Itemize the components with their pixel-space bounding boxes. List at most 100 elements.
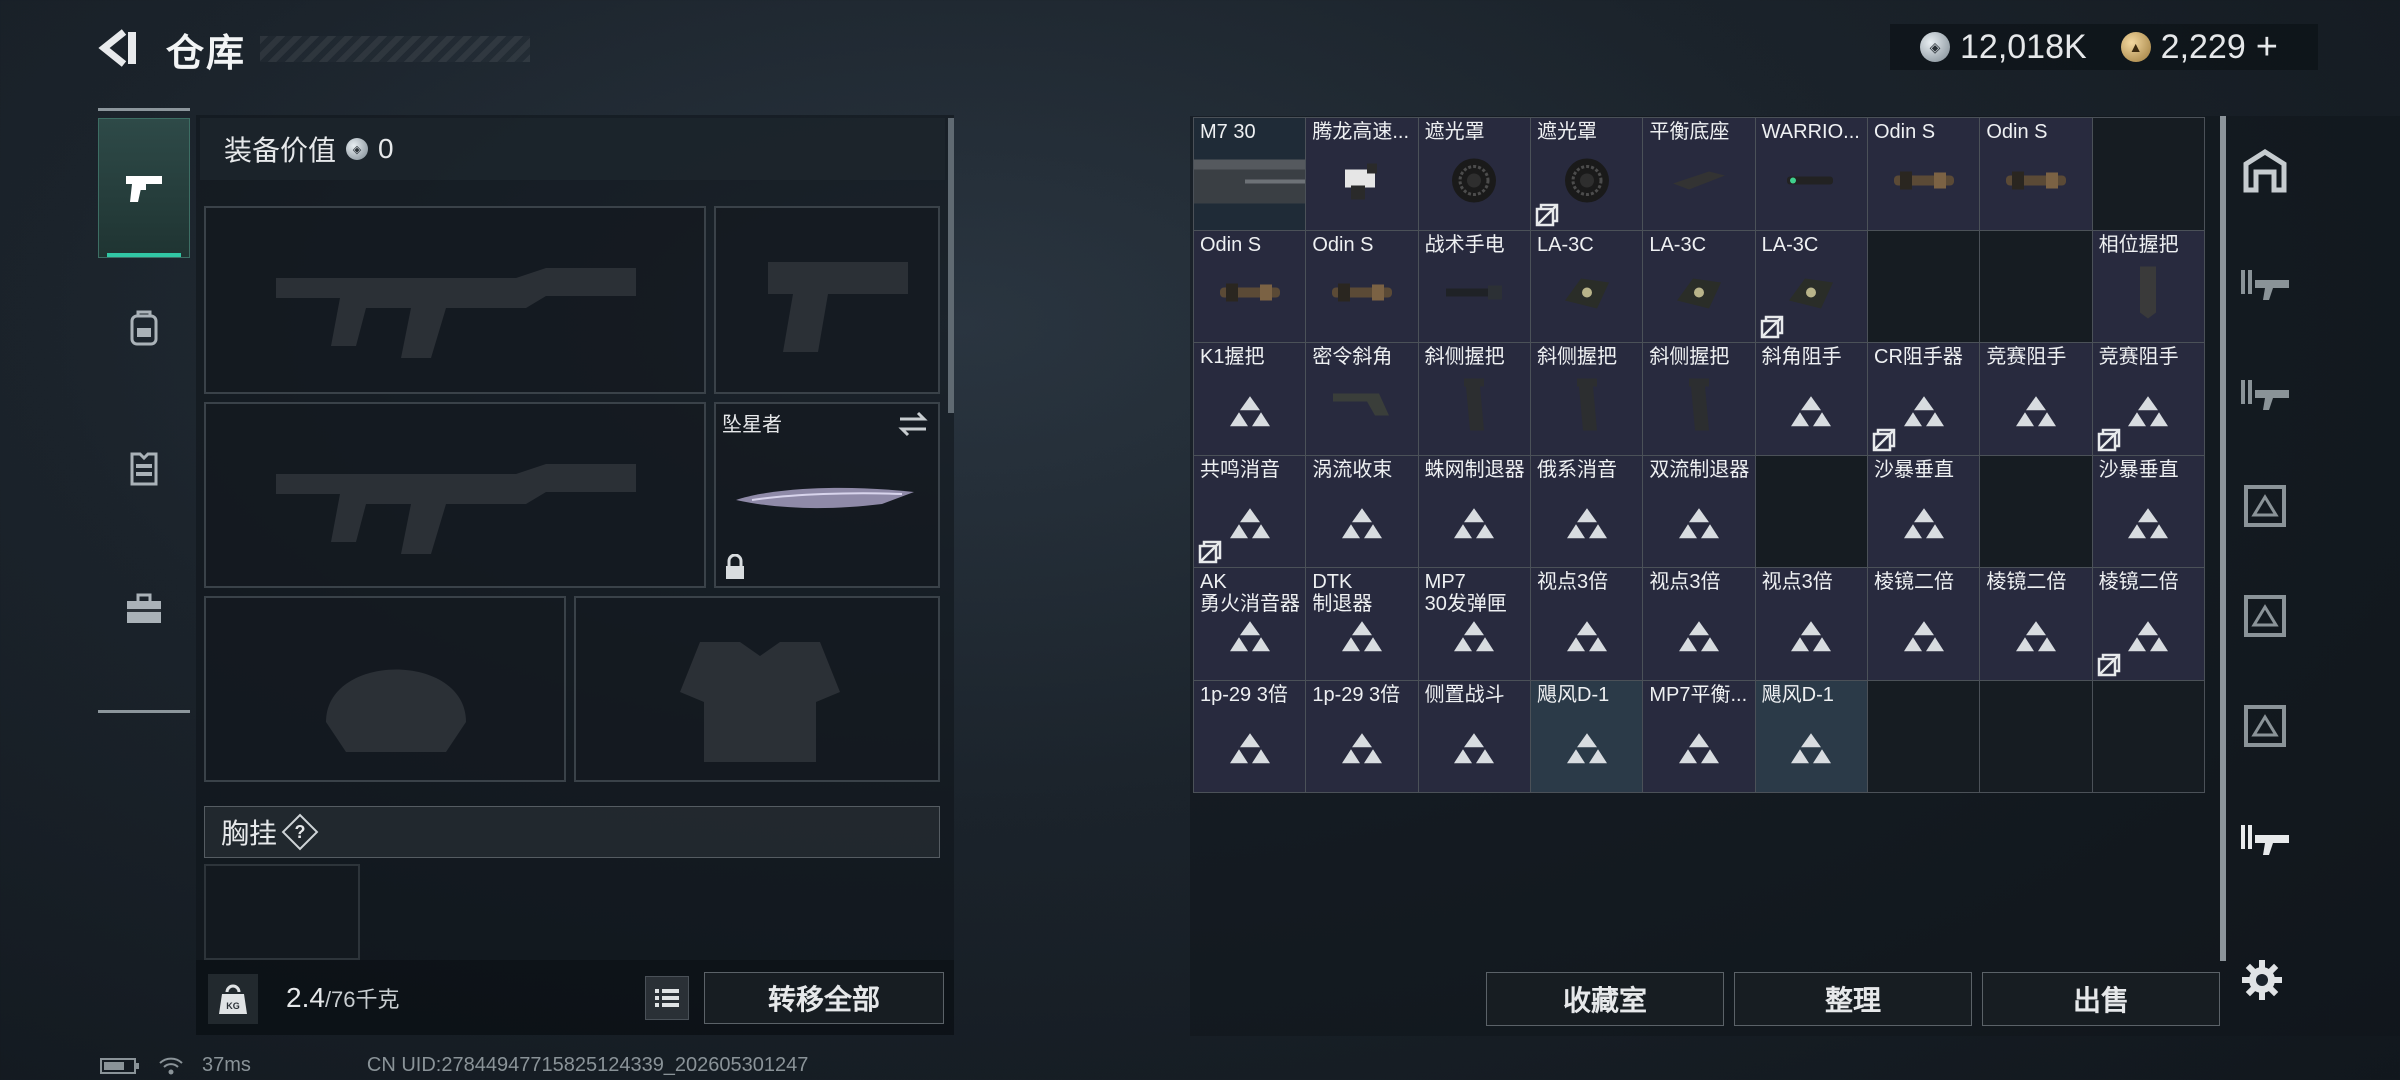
grid-cell-empty[interactable] <box>1755 455 1867 567</box>
weight-current: 2.4 <box>286 982 325 1013</box>
grid-cell-empty[interactable] <box>1980 230 2092 342</box>
grid-cell-item[interactable]: Odin S <box>1194 230 1306 342</box>
secondary-weapon-slot[interactable] <box>204 402 706 588</box>
grid-cell-item[interactable]: 视点3倍 <box>1755 568 1867 680</box>
tab-weapons[interactable] <box>98 118 190 258</box>
rail-item-storage[interactable] <box>2226 116 2304 226</box>
hood-item-icon <box>1446 152 1502 213</box>
grid-cell-item[interactable]: K1握把 <box>1194 343 1306 455</box>
rail-item-crate-c[interactable] <box>2226 671 2304 781</box>
grid-cell-item[interactable]: MP7 30发弹匣 <box>1418 568 1530 680</box>
sort-button[interactable]: 整理 <box>1734 972 1972 1026</box>
grid-cell-item[interactable]: 平衡底座 <box>1643 118 1755 230</box>
help-button[interactable]: ? <box>281 813 319 851</box>
back-button[interactable] <box>96 26 144 70</box>
rail-item-rifles-b[interactable] <box>2226 341 2304 451</box>
grid-cell-item[interactable]: 棱镜二倍 <box>2092 568 2204 680</box>
item-name: 侧置战斗 <box>1424 683 1505 706</box>
item-name: 双流制退器 <box>1649 458 1750 481</box>
grid-cell-item[interactable]: 飓风D-1 <box>1755 680 1867 792</box>
grid-cell-item[interactable]: Odin S <box>1980 118 2092 230</box>
list-view-button[interactable] <box>645 976 689 1020</box>
attachment-placeholder-icon <box>1340 732 1384 766</box>
grid-cell-item[interactable]: 共鸣消音 <box>1194 455 1306 567</box>
grid-cell-item[interactable]: AK 勇火消音器 <box>1194 568 1306 680</box>
tab-backpack[interactable] <box>98 258 190 398</box>
armor-silhouette-icon <box>680 642 840 762</box>
settings-button[interactable] <box>2234 952 2290 1008</box>
swap-icon[interactable] <box>896 410 930 438</box>
grid-cell-item[interactable]: 1p-29 3倍 <box>1194 680 1306 792</box>
grid-cell-item[interactable]: Odin S <box>1868 118 1980 230</box>
grid-cell-empty[interactable] <box>2092 680 2204 792</box>
grid-cell-empty[interactable] <box>1868 680 1980 792</box>
grid-cell-item[interactable]: 视点3倍 <box>1531 568 1643 680</box>
rail-item-crate-b[interactable] <box>2226 561 2304 671</box>
item-name: LA-3C <box>1761 233 1819 256</box>
grid-cell-item[interactable]: DTK 制退器 <box>1306 568 1418 680</box>
attachment-placeholder-icon <box>1677 507 1721 541</box>
transfer-all-button[interactable]: 转移全部 <box>704 972 944 1024</box>
rail-item-crate-a[interactable] <box>2226 451 2304 561</box>
grid-cell-item[interactable]: 蛛网制退器 <box>1418 455 1530 567</box>
chest-rig-slot[interactable] <box>204 864 360 960</box>
grid-cell-item[interactable]: 双流制退器 <box>1643 455 1755 567</box>
attachment-placeholder-icon <box>1789 619 1833 653</box>
rail-item-rifles-a[interactable] <box>2226 231 2304 341</box>
grid-cell-item[interactable]: 战术手电 <box>1418 230 1530 342</box>
grid-cell-item[interactable]: 棱镜二倍 <box>1980 568 2092 680</box>
grid-cell-item[interactable]: 涡流收束 <box>1306 455 1418 567</box>
attachment-placeholder-icon <box>1452 732 1496 766</box>
grid-cell-item[interactable]: 视点3倍 <box>1643 568 1755 680</box>
grid-cell-item[interactable]: 斜侧握把 <box>1643 343 1755 455</box>
primary-weapon-slot[interactable] <box>204 206 706 394</box>
grid-cell-item[interactable]: 俄系消音 <box>1531 455 1643 567</box>
grid-cell-item[interactable]: 遮光罩 <box>1531 118 1643 230</box>
grid-cell-item[interactable]: 飓风D-1 <box>1531 680 1643 792</box>
pistol-slot[interactable] <box>714 206 940 394</box>
title-decoration <box>260 36 530 62</box>
grid-cell-item[interactable]: 斜角阻手 <box>1755 343 1867 455</box>
grid-cell-empty[interactable] <box>1980 680 2092 792</box>
grid-cell-item[interactable]: 棱镜二倍 <box>1868 568 1980 680</box>
helmet-slot[interactable] <box>204 596 566 782</box>
grid-cell-item[interactable]: CR阻手器 <box>1868 343 1980 455</box>
grid-cell-item[interactable]: Odin S <box>1306 230 1418 342</box>
grid-cell-item[interactable]: 相位握把 <box>2092 230 2204 342</box>
grid-cell-empty[interactable] <box>2092 118 2204 230</box>
tab-vest[interactable] <box>98 398 190 538</box>
grid-cell-empty[interactable] <box>1868 230 1980 342</box>
melee-slot[interactable]: 坠星者 <box>714 402 940 588</box>
grid-cell-item[interactable]: 沙暴垂直 <box>1868 455 1980 567</box>
grid-cell-item[interactable]: LA-3C <box>1755 230 1867 342</box>
grid-cell-item[interactable]: LA-3C <box>1531 230 1643 342</box>
grid-cell-item[interactable]: 竞赛阻手 <box>2092 343 2204 455</box>
rail-item-rifles-c[interactable] <box>2226 786 2304 896</box>
grid-cell-item[interactable]: 1p-29 3倍 <box>1306 680 1418 792</box>
grid-cell-item[interactable]: 腾龙高速... <box>1306 118 1418 230</box>
item-name: 密令斜角 <box>1312 346 1393 368</box>
grid-cell-item[interactable]: 斜侧握把 <box>1418 343 1530 455</box>
grid-cell-empty[interactable] <box>1980 455 2092 567</box>
grid-cell-item[interactable]: 侧置战斗 <box>1418 680 1530 792</box>
grid-cell-item[interactable]: 沙暴垂直 <box>2092 455 2204 567</box>
attachment-placeholder-icon <box>1902 394 1946 428</box>
item-name: 棱镜二倍 <box>1986 571 2067 593</box>
grid-cell-item[interactable]: 遮光罩 <box>1418 118 1530 230</box>
armor-slot[interactable] <box>574 596 940 782</box>
item-name: 共鸣消音 <box>1200 458 1280 481</box>
grid-cell-item[interactable]: WARRIO... <box>1755 118 1867 230</box>
equipment-scrollbar[interactable] <box>948 118 954 413</box>
tab-toolbox[interactable] <box>98 538 190 678</box>
grid-cell-item[interactable]: LA-3C <box>1643 230 1755 342</box>
warehouse-grid: M7 30 腾龙高速... 遮光罩 遮光罩 平衡底座 WARRIO... Odin S Odi… <box>1193 117 2205 793</box>
collection-room-button[interactable]: 收藏室 <box>1486 972 1724 1026</box>
grid-cell-item[interactable]: 斜侧握把 <box>1531 343 1643 455</box>
grid-cell-item[interactable]: MP7平衡... <box>1643 680 1755 792</box>
mount-item-icon <box>1337 155 1387 210</box>
grid-cell-item[interactable]: M7 30 <box>1194 118 1306 230</box>
sell-button[interactable]: 出售 <box>1982 972 2220 1026</box>
add-currency-button[interactable]: + <box>2256 26 2278 69</box>
grid-cell-item[interactable]: 竞赛阻手 <box>1980 343 2092 455</box>
grid-cell-item[interactable]: 密令斜角 <box>1306 343 1418 455</box>
